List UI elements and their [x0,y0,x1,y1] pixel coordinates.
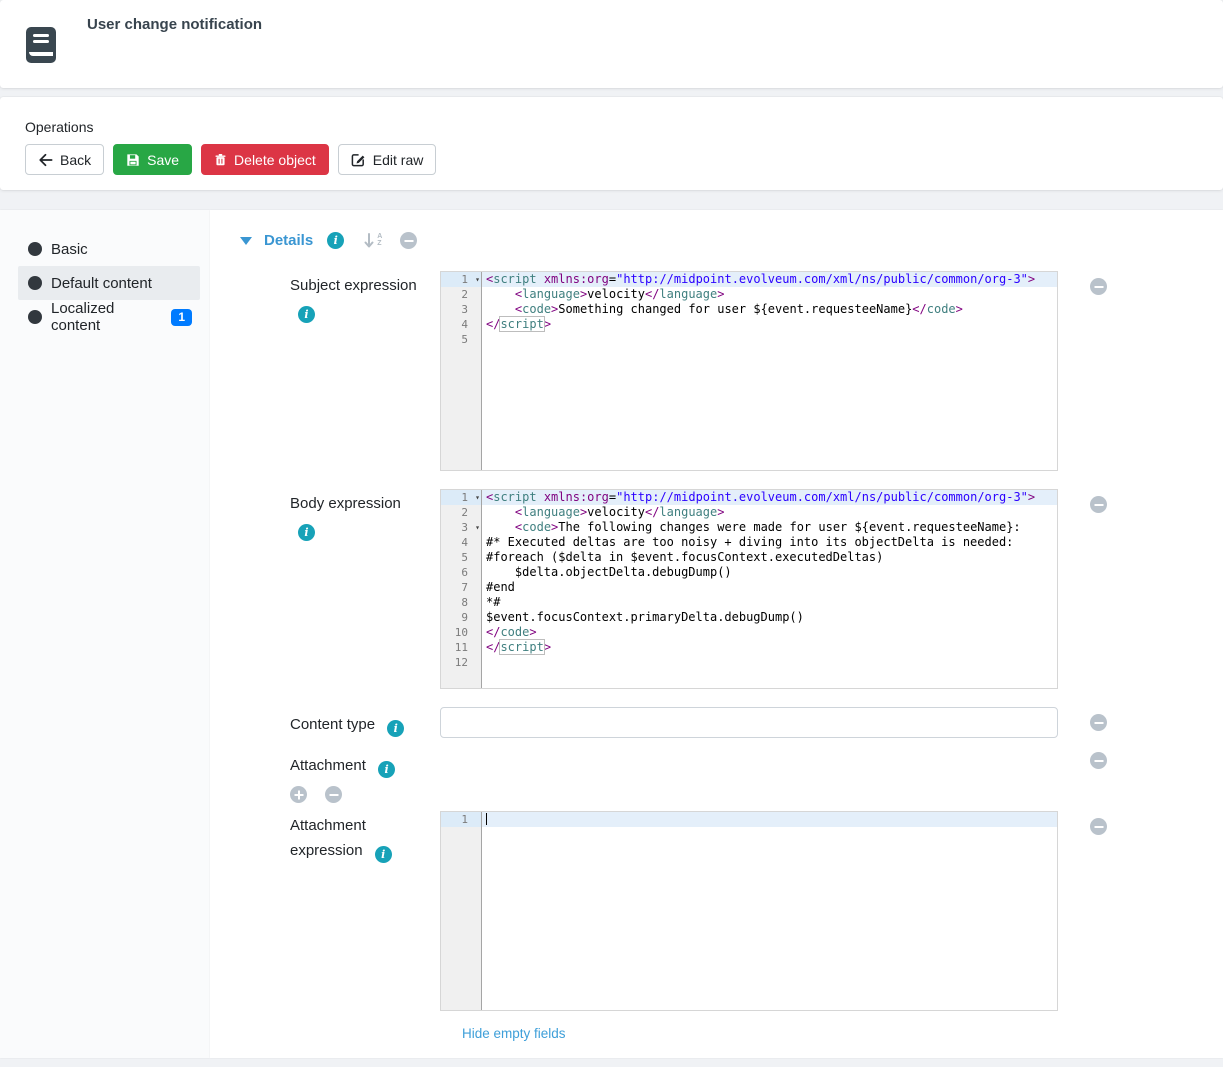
details-title[interactable]: Details [264,232,313,249]
field-label: Subject expression [290,271,418,323]
sort-properties-button[interactable]: AZ [364,233,382,249]
remove-subject-expression-button[interactable] [1090,278,1107,295]
remove-attachment-value-button[interactable] [1090,752,1107,769]
sidebar-item-basic[interactable]: Basic [18,232,200,266]
trash-icon [214,153,227,167]
circle-bullet-icon [28,276,42,290]
editor-gutter: 1▾2345 [441,272,482,470]
attachment-expression-editor[interactable]: 1 [440,811,1058,1011]
body-expression-label: Body expression [290,495,401,512]
book-icon [25,26,57,64]
content-area: Basic Default content Localized content … [0,210,1223,1058]
save-icon [126,153,140,167]
body-expression-info-icon[interactable] [298,524,315,541]
sidebar-item-label: Default content [51,275,152,292]
subject-expression-editor[interactable]: 1▾2345 <script xmlns:org="http://midpoin… [440,271,1058,471]
remove-body-expression-button[interactable] [1090,496,1107,513]
attachment-label: Attachment [290,757,366,774]
operations-panel: Operations Back Save D [0,97,1223,190]
subject-expression-row: Subject expression 1▾2345 <script xmlns:… [210,271,1223,471]
save-button[interactable]: Save [113,144,192,175]
section-sidebar: Basic Default content Localized content … [0,210,210,1058]
attachment-row: Attachment [210,751,1223,803]
edit-icon [351,152,366,167]
sidebar-item-localized-content[interactable]: Localized content 1 [18,300,200,334]
chevron-down-icon[interactable] [240,237,252,245]
sidebar-item-label: Basic [51,241,88,258]
content-type-label: Content type [290,716,375,733]
editor-code: <script xmlns:org="http://midpoint.evolv… [482,490,1057,688]
back-button[interactable]: Back [25,144,104,175]
details-panel: Details AZ Subject expression 1▾2345 <sc… [210,210,1223,1058]
subject-expression-label: Subject expression [290,277,417,294]
hide-empty-fields-link[interactable]: Hide empty fields [462,1026,566,1041]
count-badge: 1 [171,309,192,326]
remove-attachment-expression-button[interactable] [1090,818,1107,835]
circle-bullet-icon [28,310,42,324]
sort-arrow-icon [364,233,376,249]
editor-gutter: 1▾23▾456789101112 [441,490,482,688]
add-attachment-button[interactable] [290,786,307,803]
page-header: User change notification [0,0,1223,88]
content-type-input[interactable] [440,707,1058,738]
page-title: User change notification [87,16,262,33]
body-expression-editor[interactable]: 1▾23▾456789101112 <script xmlns:org="htt… [440,489,1058,689]
field-label: Attachment [290,751,590,803]
sidebar-item-default-content[interactable]: Default content [18,266,200,300]
sort-az-letters: AZ [377,233,382,247]
subject-expression-info-icon[interactable] [298,306,315,323]
details-remove-button[interactable] [400,232,417,249]
content-type-row: Content type [210,707,1223,738]
attachment-expression-row: Attachment expression 1 [210,811,1223,1011]
edit-raw-button-label: Edit raw [373,152,424,168]
circle-bullet-icon [28,242,42,256]
editor-code: <script xmlns:org="http://midpoint.evolv… [482,272,1057,470]
field-label: Attachment expression [290,811,418,863]
editor-gutter: 1 [441,812,482,1010]
attachment-info-icon[interactable] [378,761,395,778]
back-button-label: Back [60,152,91,168]
attachment-expression-label: Attachment expression [290,817,366,859]
operations-label: Operations [25,119,1198,135]
save-button-label: Save [147,152,179,168]
delete-object-button-label: Delete object [234,152,316,168]
remove-content-type-button[interactable] [1090,714,1107,731]
content-type-info-icon[interactable] [387,720,404,737]
sidebar-item-label: Localized content [51,300,150,334]
operations-buttons: Back Save Delete object [25,144,1198,175]
delete-object-button[interactable]: Delete object [201,144,329,175]
edit-raw-button[interactable]: Edit raw [338,144,437,175]
field-label: Body expression [290,489,418,541]
body-expression-row: Body expression 1▾23▾456789101112 <scrip… [210,489,1223,689]
remove-attachment-button[interactable] [325,786,342,803]
field-label: Content type [290,707,418,737]
details-header: Details AZ [210,232,1223,249]
attachment-expression-info-icon[interactable] [375,846,392,863]
arrow-left-icon [38,153,53,167]
editor-code [482,812,1057,1010]
details-info-icon[interactable] [327,232,344,249]
